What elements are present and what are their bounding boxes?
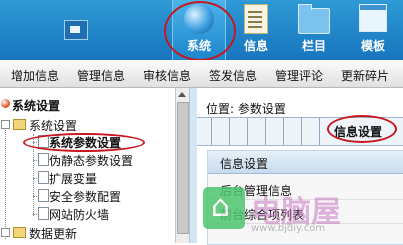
scroll-thumb[interactable] — [177, 102, 189, 234]
page-icon — [38, 207, 49, 220]
expand-toggle[interactable] — [1, 228, 10, 237]
watermark: 电脑屋 www.bjdiy.com — [203, 183, 403, 243]
sidebar-scrollbar[interactable] — [175, 88, 189, 243]
menu-sign-info[interactable]: 签发信息 — [209, 67, 257, 84]
sidebar: 系统设置 系统设置 系统参数设置 伪静态参数设置 扩展变量 安全参数配置 网站防… — [0, 88, 189, 243]
tree-item-extend-vars[interactable]: 扩展变量 — [49, 170, 97, 187]
location-value: 参数设置 — [237, 102, 286, 116]
collapse-toggle[interactable] — [1, 120, 10, 129]
folder-icon — [13, 227, 26, 238]
nav-tab-column[interactable]: 栏目 — [288, 0, 340, 60]
tree-item-security-config[interactable]: 安全参数配置 — [49, 188, 121, 205]
page-icon — [38, 189, 49, 202]
nav-tab-label: 信息 — [243, 39, 268, 53]
window-icon — [359, 4, 387, 32]
location-label: 位置: — [206, 102, 235, 116]
settings-icon — [1, 99, 10, 108]
highlight-ring — [164, 1, 236, 61]
menu-review-info[interactable]: 审核信息 — [143, 67, 191, 84]
nav-tab-label: 模板 — [360, 39, 385, 53]
scroll-up-icon[interactable] — [178, 92, 186, 97]
panel-title: 信息设置 — [220, 157, 269, 171]
watermark-url: www.bjdiy.com — [251, 223, 326, 234]
tree-item-rewrite-params[interactable]: 伪静态参数设置 — [49, 152, 133, 169]
action-menu-bar: 增加信息 管理信息 审核信息 签发信息 管理评论 更新碎片 — [0, 60, 403, 88]
menu-add-info[interactable]: 增加信息 — [11, 67, 59, 84]
notepad-icon — [244, 4, 268, 34]
panel-header: 信息设置 — [208, 151, 403, 174]
menu-manage-info[interactable]: 管理信息 — [77, 67, 125, 84]
folder-icon — [13, 119, 26, 130]
house-logo-icon — [203, 187, 245, 229]
tree-item-firewall[interactable]: 网站防火墙 — [49, 206, 109, 223]
page-icon — [38, 171, 49, 184]
tree-group-data-update[interactable]: 数据更新 — [29, 225, 77, 242]
sidebar-title: 系统设置 — [12, 99, 61, 113]
highlight-ring — [23, 133, 145, 152]
folder-icon — [298, 4, 330, 34]
menu-manage-comments[interactable]: 管理评论 — [275, 67, 323, 84]
breadcrumb: 位置: 参数设置 — [206, 100, 286, 117]
tree-group-system-settings[interactable]: 系统设置 — [29, 117, 77, 134]
nav-tab-template[interactable]: 模板 — [347, 0, 399, 60]
app-logo-icon — [64, 20, 88, 40]
nav-tab-info[interactable]: 信息 — [230, 0, 282, 60]
page-icon — [38, 153, 49, 166]
nav-tab-label: 栏目 — [301, 39, 326, 53]
highlight-ring — [327, 115, 397, 143]
menu-update-fragments[interactable]: 更新碎片 — [341, 67, 389, 84]
